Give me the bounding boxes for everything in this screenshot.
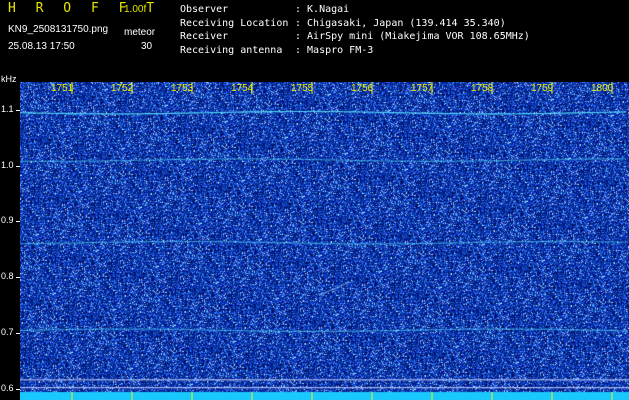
info-key: Receiving Location (180, 17, 289, 29)
version-label: 1.00f (124, 4, 147, 15)
observation-info: Observer : K.Nagai Receiving Location : Ch… (180, 3, 530, 57)
y-tick-label: 0.7 (1, 327, 14, 338)
info-key: Receiving antenna (180, 44, 283, 56)
y-tick-label: 0.9 (1, 215, 14, 226)
info-row-observer: Observer : K.Nagai (180, 3, 530, 17)
info-value: : AirSpy mini (Miakejima VOR 108.65MHz) (295, 31, 530, 42)
unit-label: kHz (1, 74, 17, 84)
info-key: Receiver (180, 31, 229, 42)
info-key: Observer (180, 4, 229, 15)
y-tick-label: 1.1 (1, 103, 14, 114)
y-tick-label: 0.8 (1, 271, 14, 282)
info-row-location: Receiving Location : Chigasaki, Japan (13… (180, 17, 530, 31)
spectrogram-canvas (20, 82, 629, 400)
info-row-antenna: Receiving antenna : Maspro FM-3 (180, 44, 530, 58)
filename-label: KN9_2508131750.png (8, 24, 109, 35)
info-value: : K.Nagai (295, 4, 350, 15)
meteor-count: 30 (141, 41, 153, 52)
info-value: : Chigasaki, Japan (139.414 35.340) (295, 17, 506, 29)
meteor-label: meteor (124, 27, 156, 38)
datetime-label: 25.08.13 17:50 (8, 41, 75, 52)
info-value: : Maspro FM-3 (295, 44, 374, 56)
y-tick-label: 0.6 (1, 382, 14, 393)
header-panel: H R O F F T 1.00f KN9_2508131750.png met… (0, 0, 629, 84)
y-tick-label: 1.0 (1, 159, 14, 170)
info-row-receiver: Receiver : AirSpy mini (Miakejima VOR 108… (180, 30, 530, 44)
